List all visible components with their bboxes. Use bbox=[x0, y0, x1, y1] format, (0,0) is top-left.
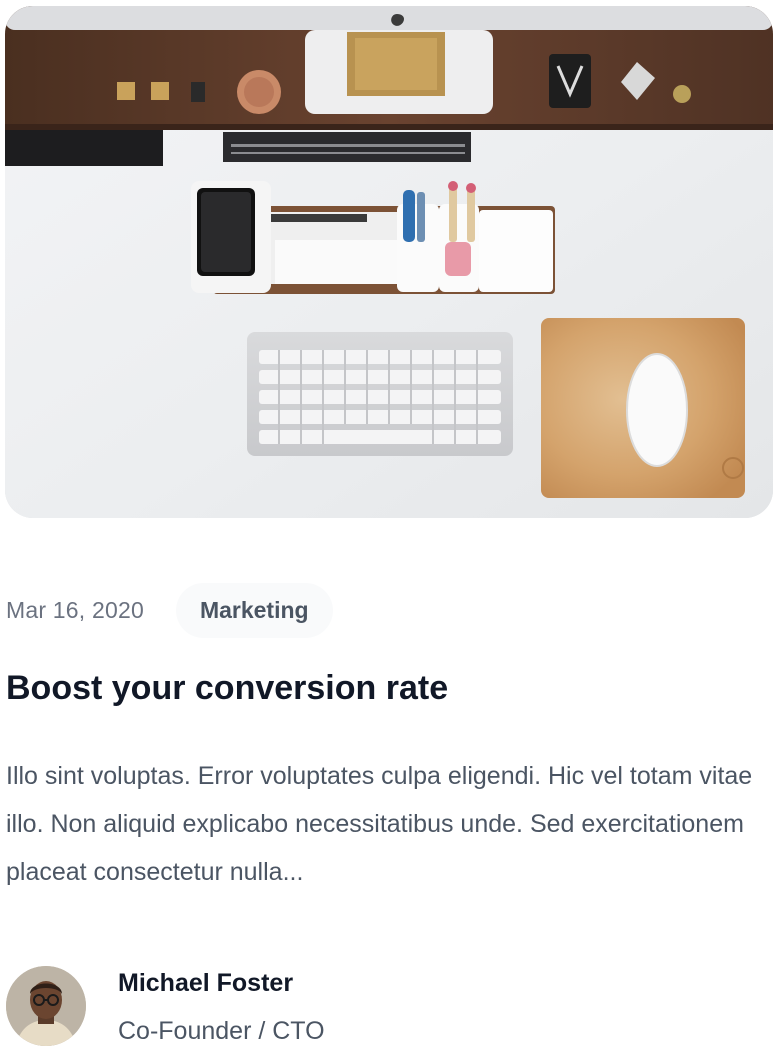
category-badge[interactable]: Marketing bbox=[175, 583, 333, 638]
post-excerpt: Illo sint voluptas. Error voluptates cul… bbox=[6, 762, 753, 886]
author-text: Michael Foster Co-Founder / CTO bbox=[118, 966, 325, 1048]
post-image[interactable] bbox=[5, 6, 773, 518]
post-meta: Mar 16, 2020 Marketing bbox=[6, 583, 333, 638]
author-name[interactable]: Michael Foster bbox=[118, 966, 325, 1000]
post-title[interactable]: Boost your conversion rate bbox=[6, 664, 448, 712]
avatar bbox=[6, 966, 86, 1046]
author-role: Co-Founder / CTO bbox=[118, 1017, 325, 1045]
post-date: Mar 16, 2020 bbox=[6, 597, 144, 623]
blog-post-card: Mar 16, 2020 Marketing Boost your conver… bbox=[0, 0, 780, 1055]
author-block: Michael Foster Co-Founder / CTO bbox=[6, 966, 325, 1048]
